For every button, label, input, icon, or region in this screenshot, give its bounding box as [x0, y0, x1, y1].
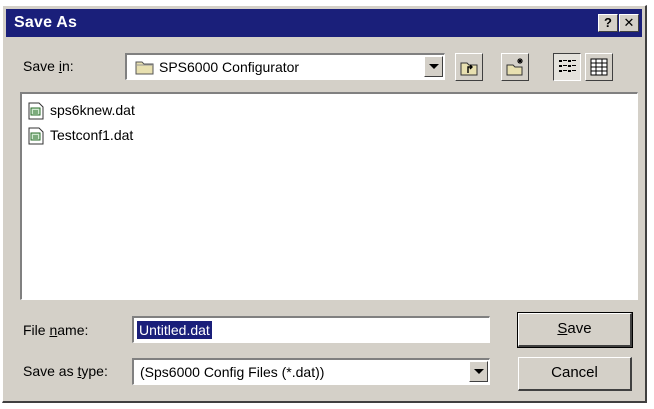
create-new-folder-icon — [506, 58, 523, 76]
save-as-type-value: (Sps6000 Config Files (*.dat)) — [140, 364, 325, 380]
up-one-level-button[interactable] — [455, 53, 483, 81]
file-item-label: Testconf1.dat — [50, 127, 134, 143]
save-button[interactable]: Save — [517, 312, 633, 348]
create-new-folder-button[interactable] — [501, 53, 529, 81]
file-name-value: Untitled.dat — [137, 321, 212, 339]
file-item-label: sps6knew.dat — [50, 102, 135, 118]
file-name-label: File name: — [23, 322, 89, 338]
data-file-icon — [28, 127, 44, 145]
save-in-label: Save in: — [23, 58, 74, 74]
cancel-button[interactable]: Cancel — [518, 357, 632, 391]
data-file-icon — [28, 102, 44, 120]
save-in-dropdown-button[interactable] — [424, 56, 443, 77]
title-bar[interactable]: Save As ? ✕ — [6, 9, 642, 37]
save-as-type-dropdown[interactable]: (Sps6000 Config Files (*.dat)) — [132, 358, 490, 385]
details-view-button[interactable] — [585, 53, 613, 81]
close-icon: ✕ — [623, 15, 635, 30]
window-title: Save As — [14, 14, 78, 31]
save-as-type-dropdown-button[interactable] — [469, 361, 488, 382]
list-view-icon — [559, 60, 576, 72]
help-button[interactable]: ? — [598, 14, 618, 32]
up-one-level-icon — [460, 62, 478, 76]
list-view-button[interactable] — [553, 53, 581, 81]
save-as-type-label: Save as type: — [23, 363, 108, 379]
file-name-input[interactable]: Untitled.dat — [132, 316, 490, 343]
save-as-dialog: Save As ? ✕ Save in: SPS6000 Configurato… — [2, 5, 647, 403]
close-button[interactable]: ✕ — [619, 14, 639, 32]
folder-icon — [135, 61, 154, 75]
help-icon: ? — [604, 15, 612, 30]
file-list[interactable]: sps6knew.dat Testconf1.dat — [20, 92, 638, 300]
save-in-dropdown[interactable]: SPS6000 Configurator — [125, 53, 445, 80]
details-view-icon — [590, 58, 608, 76]
save-in-value: SPS6000 Configurator — [159, 59, 300, 75]
